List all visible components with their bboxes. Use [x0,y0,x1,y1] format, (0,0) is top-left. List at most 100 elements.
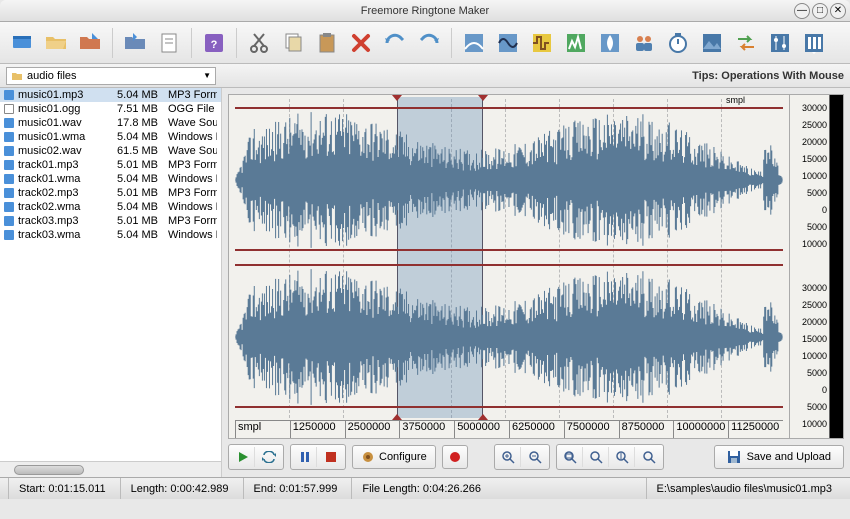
copy-button[interactable] [277,27,309,59]
folder-combo[interactable]: audio files ▼ [6,67,216,85]
file-row[interactable]: music01.wma 5.04 MB Windows M [0,130,221,144]
paste-button[interactable] [311,27,343,59]
file-icon [4,104,14,114]
redo-button[interactable] [413,27,445,59]
save-upload-button[interactable]: Save and Upload [714,445,844,469]
record-button[interactable] [442,445,468,469]
tips-label: Tips: Operations With Mouse [692,70,844,82]
file-icon [4,216,14,226]
svg-text:?: ? [211,39,218,51]
file-row[interactable]: track01.mp3 5.01 MB MP3 Forma [0,158,221,172]
waveform-container[interactable]: smpl smpl1250000250000037500005000000625… [228,94,844,439]
file-icon [4,230,14,240]
waveform-channel-right [229,252,789,420]
file-row[interactable]: music02.wav 61.5 MB Wave Soun [0,144,221,158]
save-button[interactable] [119,27,151,59]
zoom-fit-button[interactable] [559,447,583,467]
help-button[interactable]: ? [198,27,230,59]
status-length: 0:00:42.989 [170,483,228,495]
waveform-channel-left [229,95,789,263]
status-path: E:\samples\audio files\music01.mp3 [646,478,842,499]
file-name: track02.mp3 [18,187,110,199]
file-size: 5.04 MB [114,201,164,213]
save-icon [727,450,741,464]
file-list[interactable]: music01.mp3 5.04 MB MP3 Forma music01.og… [0,88,221,461]
mixer-button[interactable] [764,27,796,59]
dropdown-icon: ▼ [203,71,211,80]
zoom-sel-button[interactable] [585,447,609,467]
delete-button[interactable] [345,27,377,59]
effect1-button[interactable] [458,27,490,59]
zoom-in-button[interactable] [497,447,521,467]
file-row[interactable]: music01.mp3 5.04 MB MP3 Forma [0,88,221,102]
document-button[interactable] [153,27,185,59]
effect4-button[interactable] [560,27,592,59]
effect5-button[interactable] [594,27,626,59]
file-row[interactable]: track01.wma 5.04 MB Windows M [0,172,221,186]
transport-bar: Configure Save and Upload [228,443,844,471]
file-row[interactable]: track03.wma 5.04 MB Windows M [0,228,221,242]
folder-name: audio files [27,70,77,82]
settings-button[interactable] [798,27,830,59]
undo-button[interactable] [379,27,411,59]
titlebar: Freemore Ringtone Maker — □ ✕ [0,0,850,22]
file-size: 61.5 MB [114,145,164,157]
file-size: 5.01 MB [114,215,164,227]
file-name: track02.wma [18,201,110,213]
zoom-v-in-button[interactable] [611,447,635,467]
statusbar: Start: 0:01:15.011 Length: 0:00:42.989 E… [0,477,850,499]
new-button[interactable] [6,27,38,59]
status-end: 0:01:57.999 [279,483,337,495]
status-filelen: 0:04:26.266 [423,483,481,495]
folder-icon [11,70,23,82]
file-sidebar: music01.mp3 5.04 MB MP3 Forma music01.og… [0,88,222,477]
file-size: 7.51 MB [114,103,164,115]
zoom-out-button[interactable] [523,447,547,467]
file-type: Windows M [168,173,217,185]
maximize-button[interactable]: □ [812,3,828,19]
file-icon [4,160,14,170]
cut-button[interactable] [243,27,275,59]
file-row[interactable]: track03.mp3 5.01 MB MP3 Forma [0,214,221,228]
effect2-button[interactable] [492,27,524,59]
open-folder-button[interactable] [40,27,72,59]
close-button[interactable]: ✕ [830,3,846,19]
amplitude-scale: 3000025000200001500010000500005000100003… [789,95,829,438]
file-row[interactable]: track02.mp3 5.01 MB MP3 Forma [0,186,221,200]
loop-button[interactable] [257,447,281,467]
minimize-button[interactable]: — [794,3,810,19]
zoom-v-out-button[interactable] [637,447,661,467]
transfer-button[interactable] [730,27,762,59]
file-name: music01.mp3 [18,89,110,101]
sub-toolbar: audio files ▼ Tips: Operations With Mous… [0,64,850,88]
file-icon [4,202,14,212]
file-type: MP3 Forma [168,215,217,227]
pause-button[interactable] [293,447,317,467]
file-name: music01.ogg [18,103,110,115]
stop-button[interactable] [319,447,343,467]
file-icon [4,146,14,156]
file-size: 17.8 MB [114,117,164,129]
file-type: Wave Soun [168,117,217,129]
vertical-scrollbar[interactable] [829,95,843,438]
main-toolbar: ? [0,22,850,64]
file-name: track01.mp3 [18,159,110,171]
file-row[interactable]: track02.wma 5.04 MB Windows M [0,200,221,214]
play-button[interactable] [231,447,255,467]
effect3-button[interactable] [526,27,558,59]
file-size: 5.04 MB [114,173,164,185]
open-file-button[interactable] [74,27,106,59]
record-icon [449,451,461,463]
file-row[interactable]: music01.wav 17.8 MB Wave Soun [0,116,221,130]
file-row[interactable]: music01.ogg 7.51 MB OGG File [0,102,221,116]
file-type: MP3 Forma [168,89,217,101]
configure-button[interactable]: Configure [352,445,436,469]
horizontal-scrollbar[interactable] [0,461,221,477]
image-button[interactable] [696,27,728,59]
file-name: music01.wav [18,117,110,129]
time-ruler: smpl125000025000003750000500000062500007… [235,420,783,438]
file-type: MP3 Forma [168,159,217,171]
timer-button[interactable] [662,27,694,59]
window-title: Freemore Ringtone Maker [361,5,489,17]
users-button[interactable] [628,27,660,59]
